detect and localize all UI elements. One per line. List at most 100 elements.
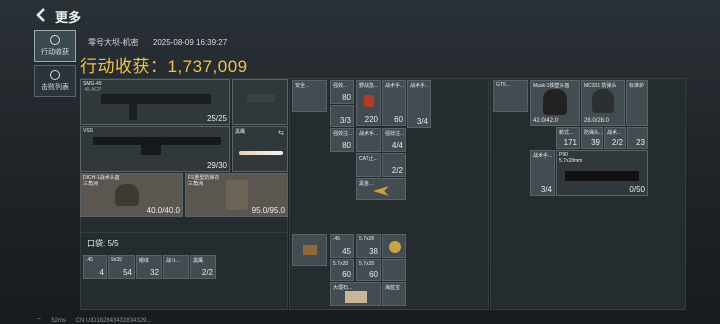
item-count: 32	[150, 268, 159, 277]
item-count: 60	[369, 270, 378, 279]
rig-item[interactable]: 标准护	[626, 80, 648, 126]
backpack-item[interactable]	[292, 234, 327, 266]
back-arrow-icon	[36, 8, 45, 22]
knife-icon	[239, 151, 283, 155]
pocket-item[interactable]: 战斗...	[163, 255, 189, 279]
weapon-ammo: 5.7x28mm	[559, 158, 583, 164]
backpack-item[interactable]: 战术手...	[356, 128, 381, 152]
rig-item[interactable]: 战术手... 3/4	[530, 150, 555, 196]
item-name: 战术...	[607, 130, 622, 136]
backpack-item[interactable]: 2/2	[382, 153, 406, 177]
weapon-slot-vss[interactable]: VSS 29/30	[80, 126, 230, 172]
tab-action-harvest[interactable]: 行动收获	[34, 30, 76, 62]
rig-helmet-item[interactable]: MC201 防弹头 28.0/28.0	[581, 80, 625, 126]
backpack-item[interactable]: 大理石...	[330, 282, 381, 306]
item-name: 5.7x28	[359, 236, 375, 242]
backpack-item[interactable]: 安全...	[292, 80, 327, 112]
backpack-item[interactable]: 黑金...	[356, 178, 406, 200]
pocket-item[interactable]: 黑鹰 2/2	[190, 255, 216, 279]
harvest-value: 1,737,009	[167, 57, 248, 76]
item-count: 80	[342, 141, 351, 150]
armor-slot[interactable]: FS重型防弹衣 三角洲 95.0/95.0	[185, 173, 288, 217]
marble-icon	[345, 291, 367, 303]
backpack-item[interactable]: 战术手... 60	[382, 80, 406, 126]
backpack-item[interactable]: .45 45	[330, 234, 354, 258]
backpack-item[interactable]: 5.7x28 60	[356, 259, 381, 281]
weapon-slot-p90[interactable]: P90 5.7x28mm 0/50	[556, 150, 648, 196]
medkit-icon	[364, 95, 374, 107]
helmet-icon	[543, 89, 567, 115]
backpack-item[interactable]: 战术手... 3/4	[407, 80, 431, 128]
helmet-icon	[592, 89, 614, 113]
item-name: 新式...	[559, 130, 574, 136]
item-count: 3/3	[339, 116, 351, 125]
match-meta: 零号大坝-机密 2025-08-09 16:39:27	[88, 37, 239, 48]
item-name: 海蓝宝	[385, 285, 401, 291]
item-count: 2/2	[391, 166, 403, 175]
item-count: 54	[123, 268, 132, 277]
item-name: 5.7x28	[333, 261, 349, 267]
backpack-item[interactable]	[382, 259, 406, 281]
uid-text: CN UID182843432834329...	[75, 318, 152, 324]
item-count: 2/2	[201, 268, 213, 277]
weapon-ammo-count: 0/50	[629, 185, 645, 194]
gold-item-icon	[373, 186, 389, 196]
item-count: 80	[342, 93, 351, 102]
item-count: 3/4	[416, 117, 428, 126]
item-name: .45	[86, 257, 93, 263]
backpack-item[interactable]: 海蓝宝	[382, 282, 406, 306]
page-title: 更多	[55, 10, 82, 25]
backpack-item[interactable]: 5.7x28 38	[356, 234, 381, 258]
backpack-item[interactable]	[382, 234, 406, 258]
weapon-slot-smg[interactable]: SMG-45 .45 ACP 25/25	[80, 79, 230, 125]
armor-icon	[226, 180, 248, 210]
backpack-item[interactable]: 强效注... 80	[330, 128, 354, 152]
item-durability: 28.0/28.0	[584, 118, 610, 124]
item-name: 眼体	[139, 258, 150, 264]
back-button[interactable]	[34, 7, 48, 23]
item-name: 防弹头...	[584, 130, 604, 136]
item-name: 标准护	[629, 83, 645, 89]
item-name: .45	[333, 236, 340, 242]
backpack-item[interactable]: 强效... 80	[330, 80, 354, 104]
helmet-slot[interactable]: DICH-1战术头盔 三角洲 40.0/40.0	[80, 173, 183, 217]
rig-helmet-item[interactable]: Mask-1铁壁头盔 42.0/42.0	[530, 80, 580, 126]
item-name: 5.7x28	[359, 261, 375, 267]
backpack-item[interactable]: CAT止...	[356, 153, 381, 177]
item-name: GT5...	[496, 82, 510, 88]
rig-item[interactable]: 战术... 2/2	[604, 127, 626, 149]
backpack-item[interactable]: 3/3	[330, 105, 354, 127]
weapon-ammo-count: 25/25	[206, 114, 227, 123]
rig-item[interactable]: 23	[627, 127, 648, 149]
gold-coin-icon	[389, 241, 401, 253]
top-bar: 更多	[0, 0, 720, 30]
rig-item[interactable]: 防弹头... 39	[581, 127, 603, 149]
weapon-ammo: .45 ACP	[83, 87, 102, 93]
weapon-slot-pistol[interactable]	[232, 79, 288, 125]
pocket-item[interactable]: .45 4	[83, 255, 107, 279]
item-name: 野战急...	[359, 83, 379, 89]
backpack-item[interactable]: 强效注... 4/4	[382, 128, 406, 152]
item-name: 战术手...	[385, 83, 405, 89]
rig-item[interactable]: GT5...	[493, 80, 528, 112]
tab-label: 击败列表	[41, 84, 69, 91]
backpack-item[interactable]: 5.7x28 60	[330, 259, 354, 281]
item-name: 大理石...	[333, 285, 353, 291]
tab-kill-list[interactable]: 击败列表	[34, 65, 76, 97]
item-name: 黑金...	[359, 181, 374, 187]
weapon-name: VSS	[83, 128, 94, 134]
harvest-label: 行动收获：	[80, 57, 168, 76]
item-name: 战术手...	[410, 83, 430, 89]
item-count: 4/4	[391, 141, 403, 150]
backpack-item[interactable]: 野战急... 220	[356, 80, 381, 126]
pocket-item[interactable]: 9x39 54	[108, 255, 135, 279]
item-name: 强效注...	[333, 131, 353, 137]
item-name: 黑鹰	[193, 258, 204, 264]
item-count: 60	[342, 270, 351, 279]
item-durability: 42.0/42.0	[533, 118, 559, 124]
rig-item[interactable]: 新式... 171	[556, 127, 580, 149]
item-name: 9x39	[111, 257, 122, 263]
pocket-item[interactable]: 眼体 32	[136, 255, 162, 279]
melee-slot[interactable]: 黑鹰 ⇆	[232, 126, 288, 172]
ammo-box-icon	[303, 245, 317, 255]
